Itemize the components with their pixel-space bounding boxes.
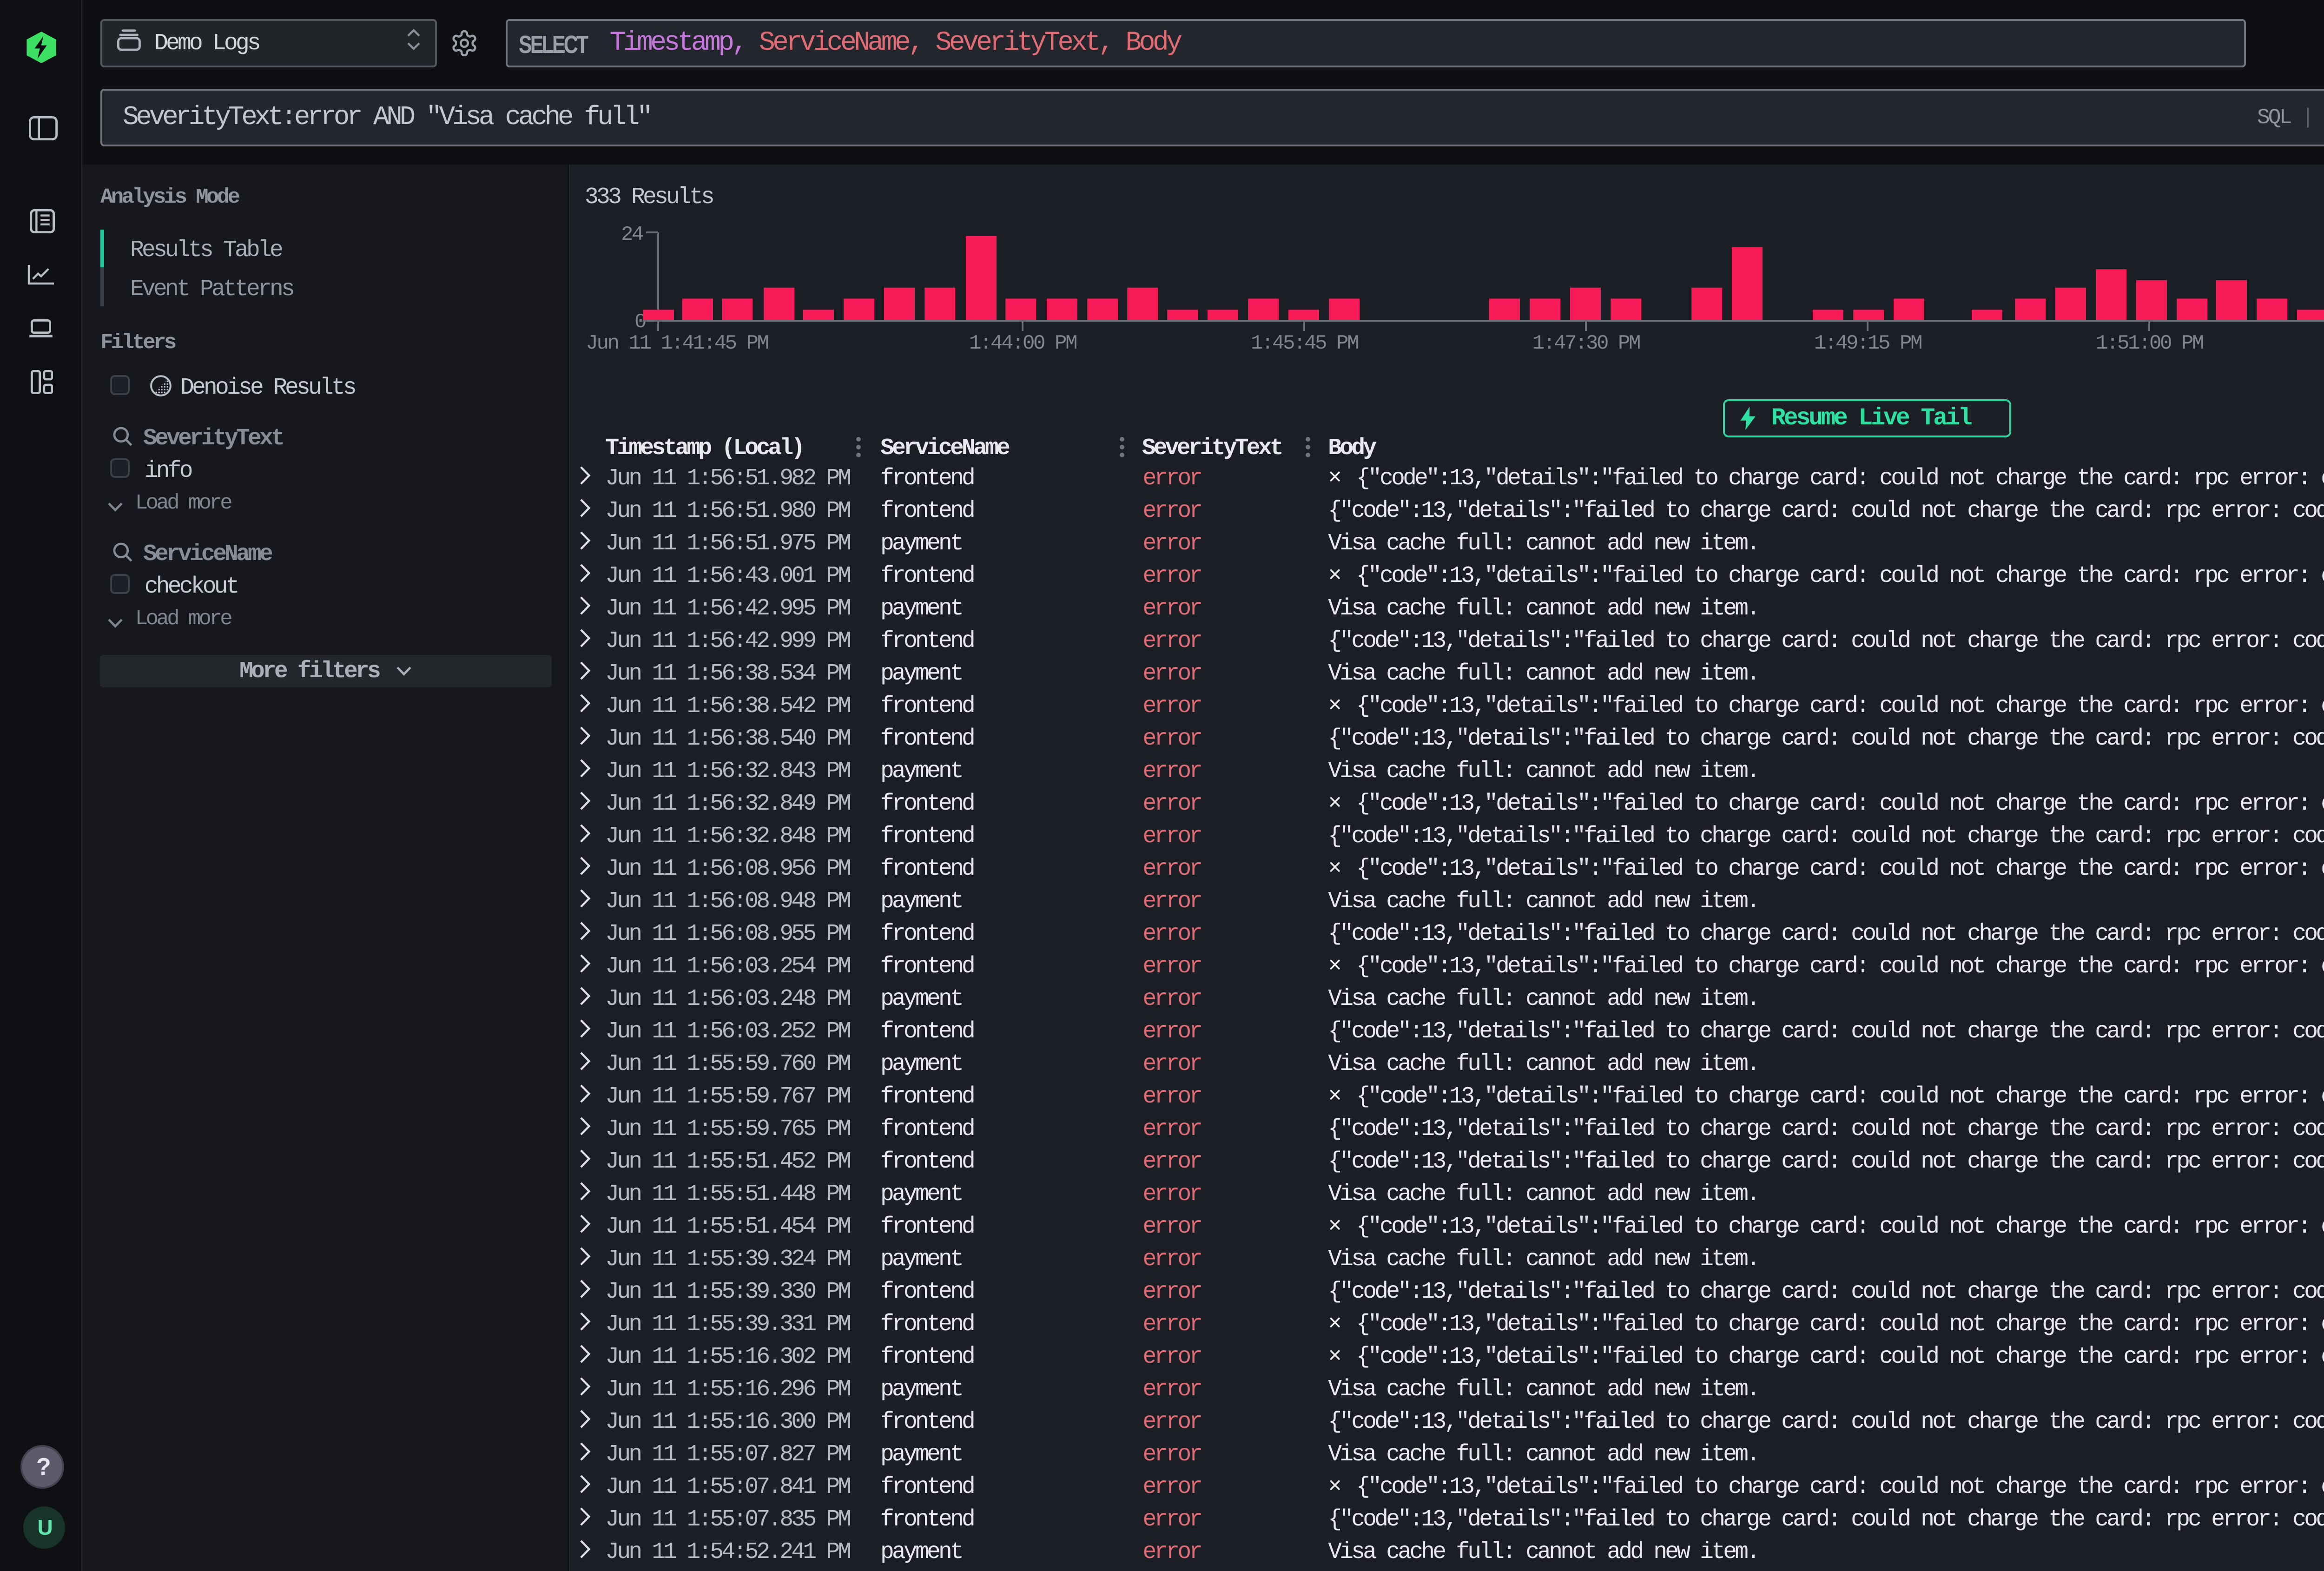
svg-text:24: 24: [621, 223, 643, 246]
svg-text:1:45:45 PM: 1:45:45 PM: [1251, 332, 1358, 352]
svg-text:1:49:15 PM: 1:49:15 PM: [1814, 332, 1921, 352]
svg-text:1:47:30 PM: 1:47:30 PM: [1532, 332, 1640, 352]
svg-text:Jun 11 1:41:45 PM: Jun 11 1:41:45 PM: [586, 332, 768, 352]
svg-text:1:51:00 PM: 1:51:00 PM: [2096, 332, 2203, 352]
svg-text:1:44:00 PM: 1:44:00 PM: [969, 332, 1076, 352]
